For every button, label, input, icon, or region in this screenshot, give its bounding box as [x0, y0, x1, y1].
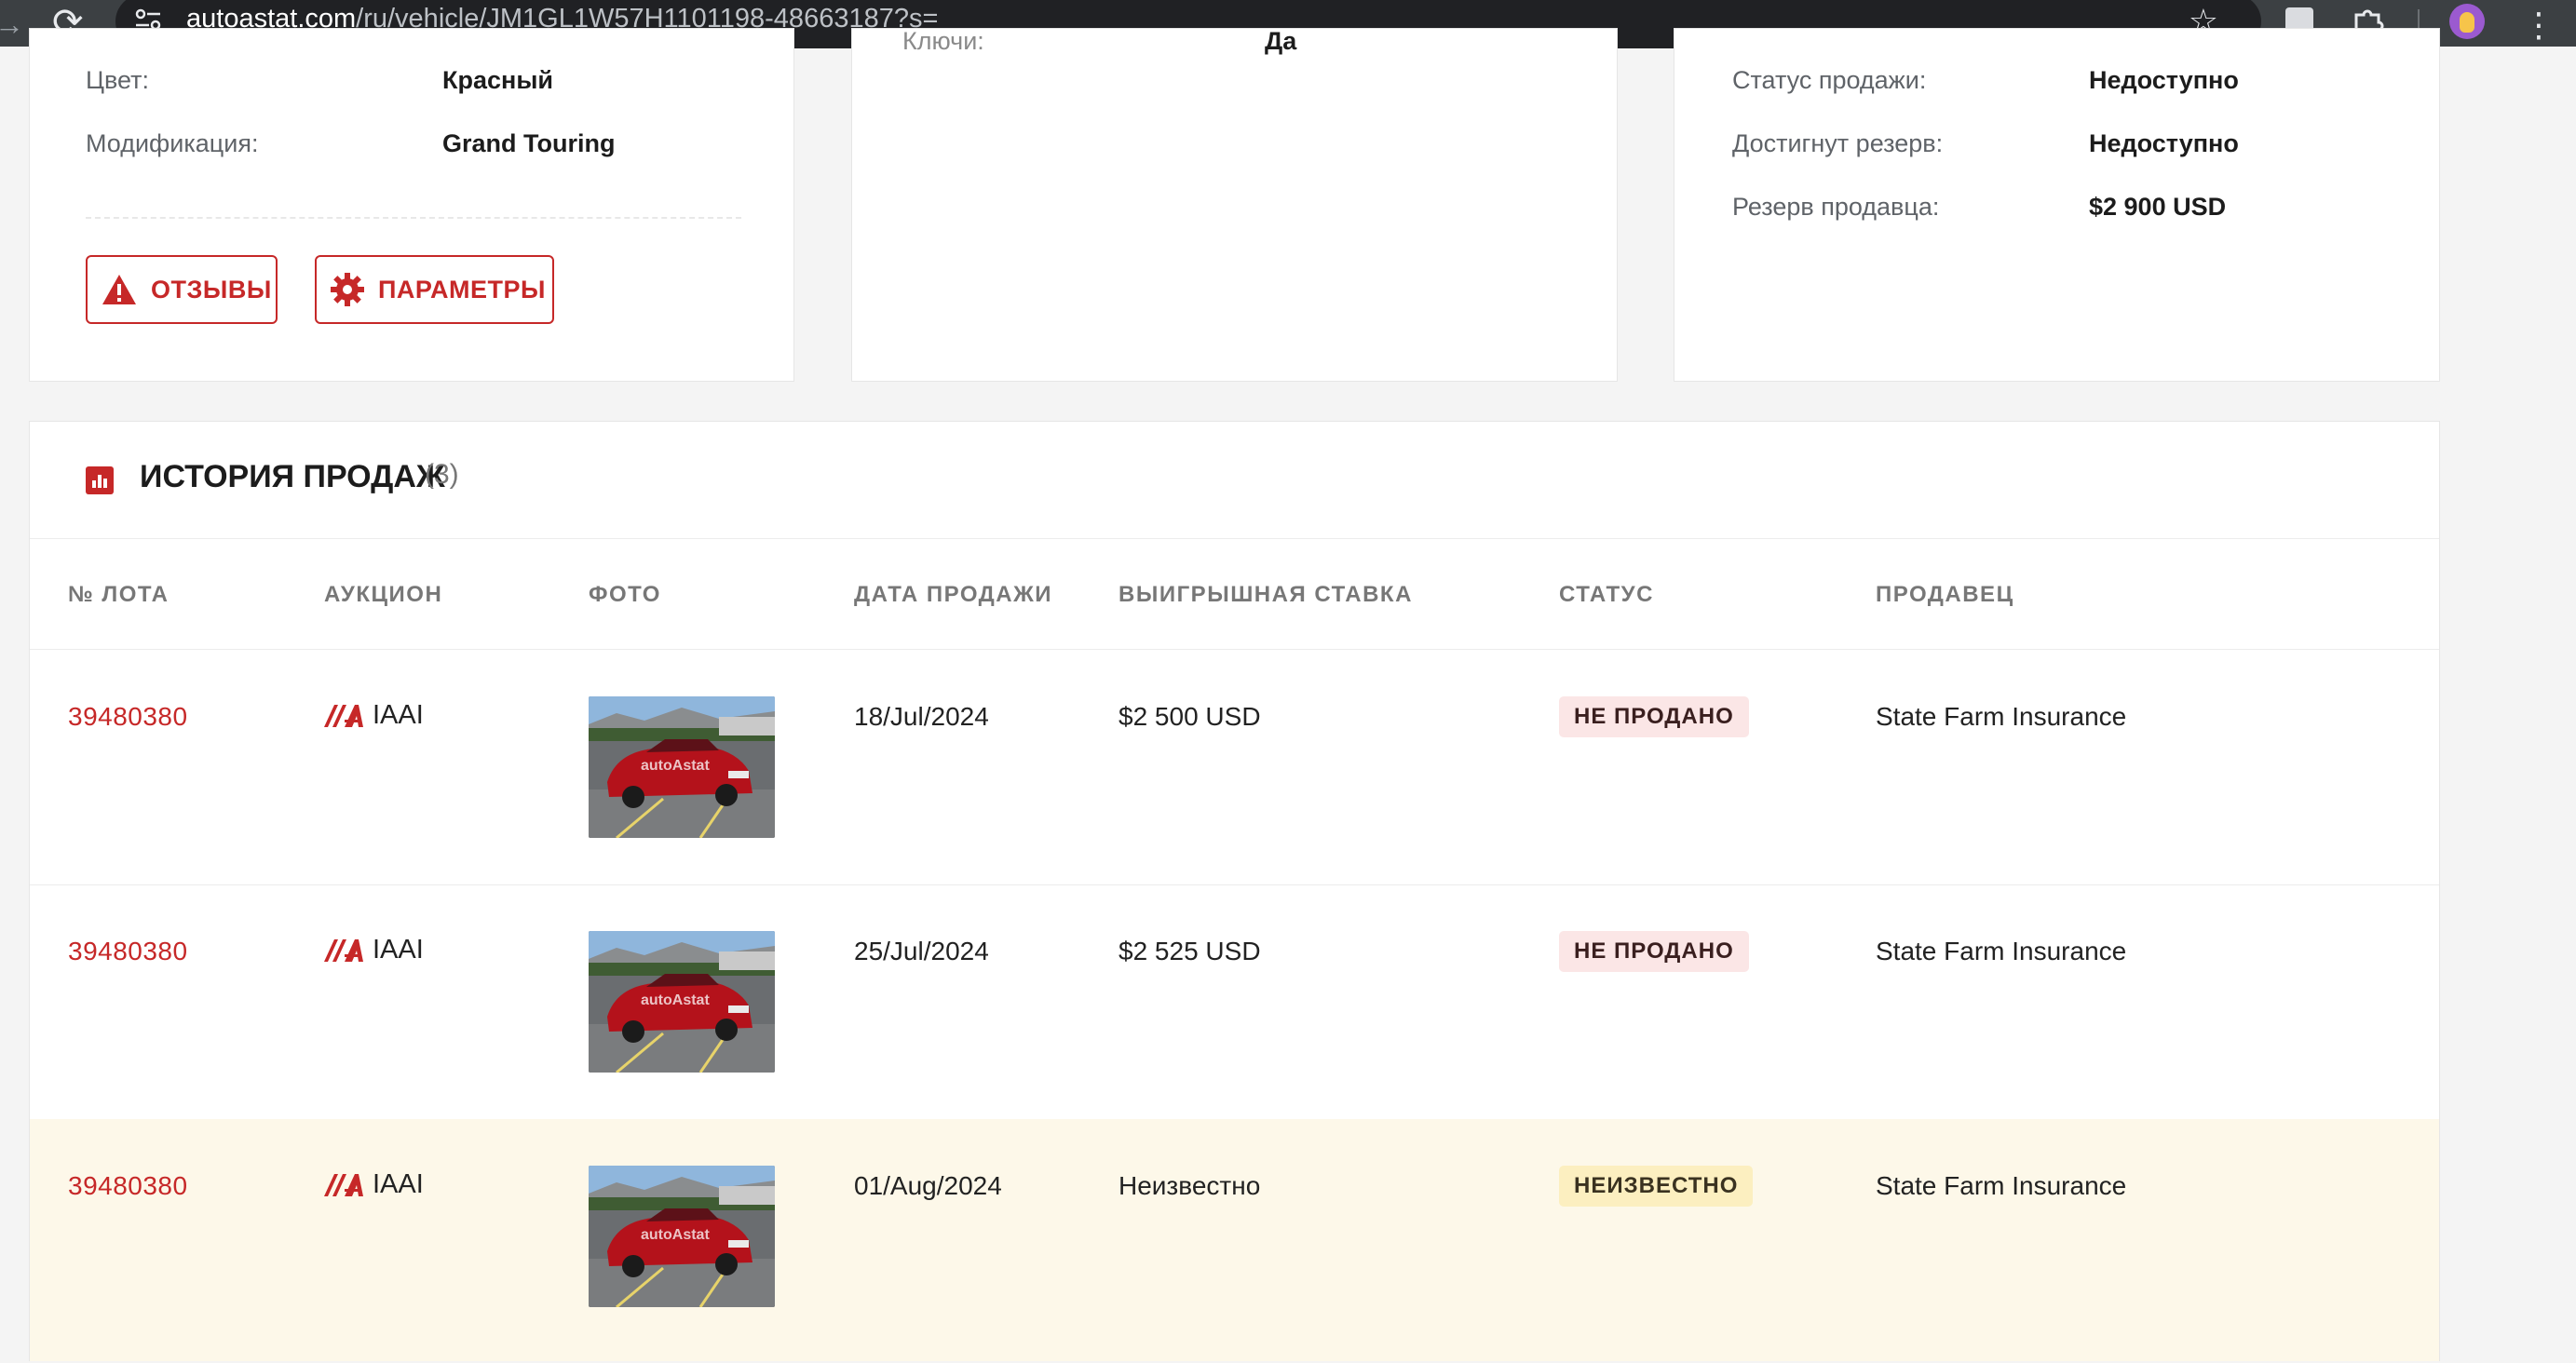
table-row: 39480380 IAAI	[30, 1119, 2439, 1361]
seller-reserve-label: Резерв продавца:	[1732, 193, 1940, 221]
column-lot: № ЛОТА	[68, 582, 169, 607]
sale-date: 01/Aug/2024	[854, 1171, 1002, 1200]
profile-avatar[interactable]	[2449, 4, 2485, 39]
auction-name: IAAI	[373, 700, 424, 730]
sales-history-card: ИСТОРИЯ ПРОДАЖ (3) № ЛОТА АУКЦИОН ФОТО Д…	[29, 421, 2440, 1361]
sales-history-header: ИСТОРИЯ ПРОДАЖ (3)	[30, 422, 2439, 539]
photo-watermark: autoAstat	[641, 758, 710, 774]
seller-name: State Farm Insurance	[1876, 1171, 2127, 1200]
sale-info-card: Статус продажи: Недоступно Достигнут рез…	[1674, 28, 2440, 382]
auction-cell: IAAI	[324, 700, 424, 731]
auction-cell: IAAI	[324, 1169, 424, 1200]
winning-bid: $2 500 USD	[1119, 702, 1261, 731]
reviews-button-label: ОТЗЫВЫ	[151, 275, 272, 304]
photo-watermark: autoAstat	[641, 1227, 710, 1243]
color-value: Красный	[442, 66, 553, 94]
status-badge: НЕИЗВЕСТНО	[1559, 1166, 1754, 1207]
car-photo-thumbnail[interactable]: autoAstat	[589, 696, 775, 838]
sale-status-label: Статус продажи:	[1732, 66, 1927, 94]
bar-chart-icon	[86, 466, 114, 494]
seller-reserve-value: $2 900 USD	[2089, 193, 2227, 221]
column-auction: АУКЦИОН	[324, 582, 443, 607]
reserve-met-value: Недоступно	[2089, 129, 2239, 157]
iaai-logo-icon	[324, 704, 363, 727]
sales-history-count: (3)	[425, 459, 459, 490]
warning-icon	[102, 275, 136, 304]
color-label: Цвет:	[86, 66, 150, 94]
reviews-button[interactable]: ОТЗЫВЫ	[86, 255, 278, 324]
iaai-logo-icon	[324, 938, 363, 962]
column-photo: ФОТО	[589, 582, 661, 607]
column-sale-date: ДАТА ПРОДАЖИ	[854, 582, 1053, 607]
more-menu-icon[interactable]: ⋮	[2522, 6, 2556, 45]
seller-name: State Farm Insurance	[1876, 702, 2127, 731]
reserve-met-label: Достигнут резерв:	[1732, 129, 1944, 157]
winning-bid: Неизвестно	[1119, 1171, 1261, 1200]
lot-number-link[interactable]: 39480380	[68, 702, 188, 732]
parameters-button[interactable]: ПАРАМЕТРЫ	[315, 255, 554, 324]
sales-history-title: ИСТОРИЯ ПРОДАЖ	[140, 459, 445, 494]
sale-date: 18/Jul/2024	[854, 702, 989, 731]
seller-name: State Farm Insurance	[1876, 937, 2127, 965]
auction-cell: IAAI	[324, 935, 424, 965]
table-row: 39480380 IAAI	[30, 884, 2439, 1120]
status-badge: НЕ ПРОДАНО	[1559, 931, 1749, 972]
trim-value: Grand Touring	[442, 129, 616, 157]
gear-icon	[331, 273, 364, 306]
car-photo-thumbnail[interactable]: autoAstat	[589, 931, 775, 1073]
vehicle-info-card: Цвет: Красный Модификация: Grand Touring…	[29, 28, 794, 382]
column-status: СТАТУС	[1559, 582, 1654, 607]
vehicle-details-card: Ключи: Да	[851, 27, 1618, 382]
keys-label: Ключи:	[902, 27, 984, 55]
photo-watermark: autoAstat	[641, 992, 710, 1008]
sale-status-value: Недоступно	[2089, 66, 2239, 94]
car-photo-thumbnail[interactable]: autoAstat	[589, 1166, 775, 1307]
table-header: № ЛОТА АУКЦИОН ФОТО ДАТА ПРОДАЖИ ВЫИГРЫШ…	[30, 539, 2439, 650]
auction-name: IAAI	[373, 1169, 424, 1199]
status-badge: НЕ ПРОДАНО	[1559, 696, 1749, 737]
iaai-logo-icon	[324, 1173, 363, 1196]
forward-icon[interactable]: →	[0, 7, 24, 42]
lot-number-link[interactable]: 39480380	[68, 1171, 188, 1201]
parameters-button-label: ПАРАМЕТРЫ	[378, 275, 546, 304]
keys-value: Да	[1265, 27, 1297, 55]
divider	[86, 217, 741, 219]
sale-date: 25/Jul/2024	[854, 937, 989, 965]
column-seller: ПРОДАВЕЦ	[1876, 582, 2014, 607]
table-row: 39480380 IAAI	[30, 650, 2439, 885]
winning-bid: $2 525 USD	[1119, 937, 1261, 965]
auction-name: IAAI	[373, 935, 424, 965]
lot-number-link[interactable]: 39480380	[68, 937, 188, 966]
trim-label: Модификация:	[86, 129, 259, 157]
column-winning-bid: ВЫИГРЫШНАЯ СТАВКА	[1119, 582, 1413, 607]
